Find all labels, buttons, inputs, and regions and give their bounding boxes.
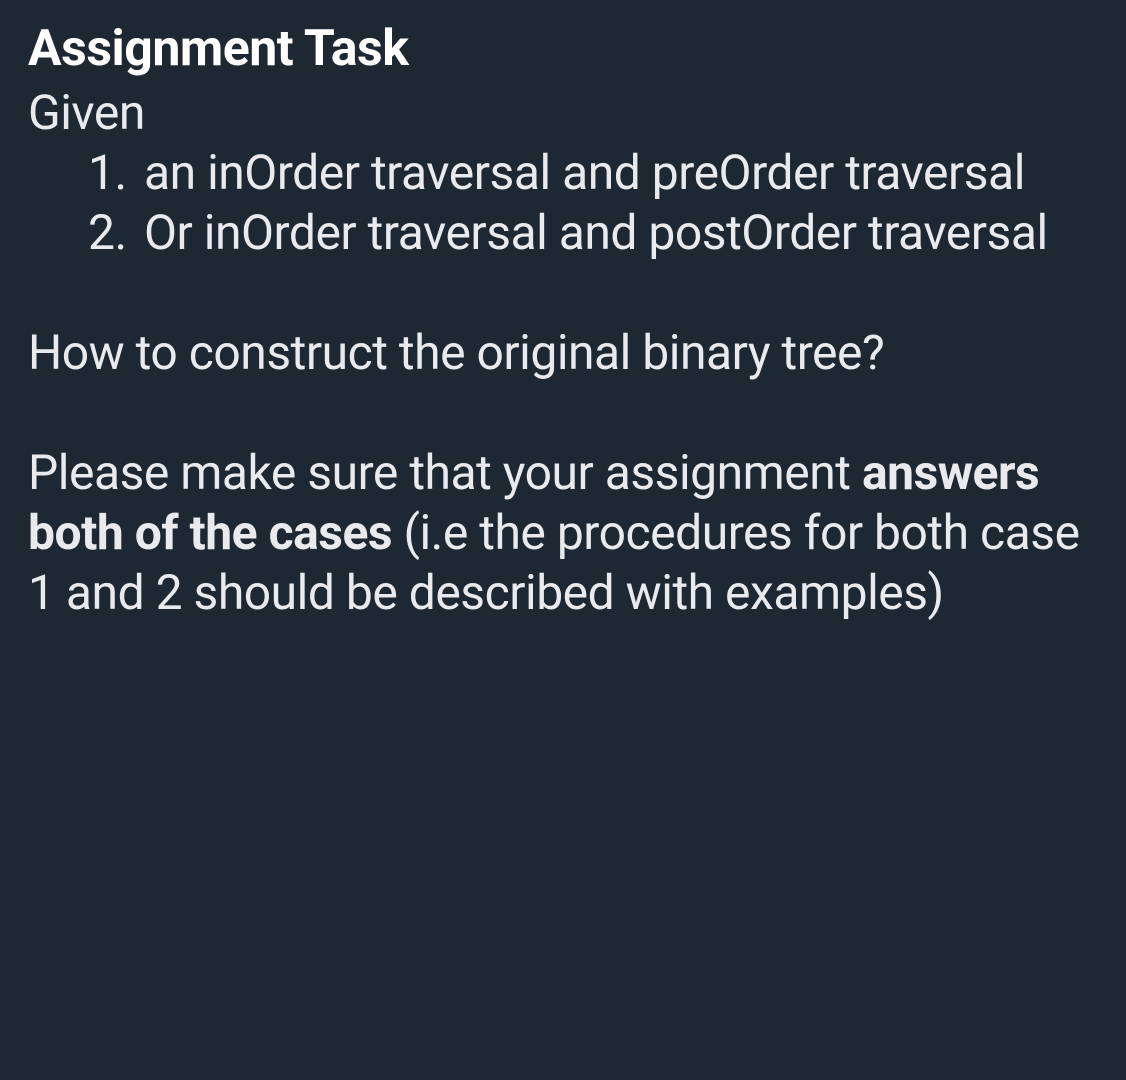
list-item: Or inOrder traversal and postOrder trave… xyxy=(88,203,1098,263)
question-paragraph: How to construct the original binary tre… xyxy=(28,323,1098,383)
closing-text-part1: Please make sure that your assignment xyxy=(28,444,862,501)
given-list: an inOrder traversal and preOrder traver… xyxy=(28,143,1098,263)
assignment-heading: Assignment Task xyxy=(28,18,1098,81)
given-label: Given xyxy=(28,83,1098,143)
list-item: an inOrder traversal and preOrder traver… xyxy=(88,143,1098,203)
closing-paragraph: Please make sure that your assignment an… xyxy=(28,443,1098,623)
